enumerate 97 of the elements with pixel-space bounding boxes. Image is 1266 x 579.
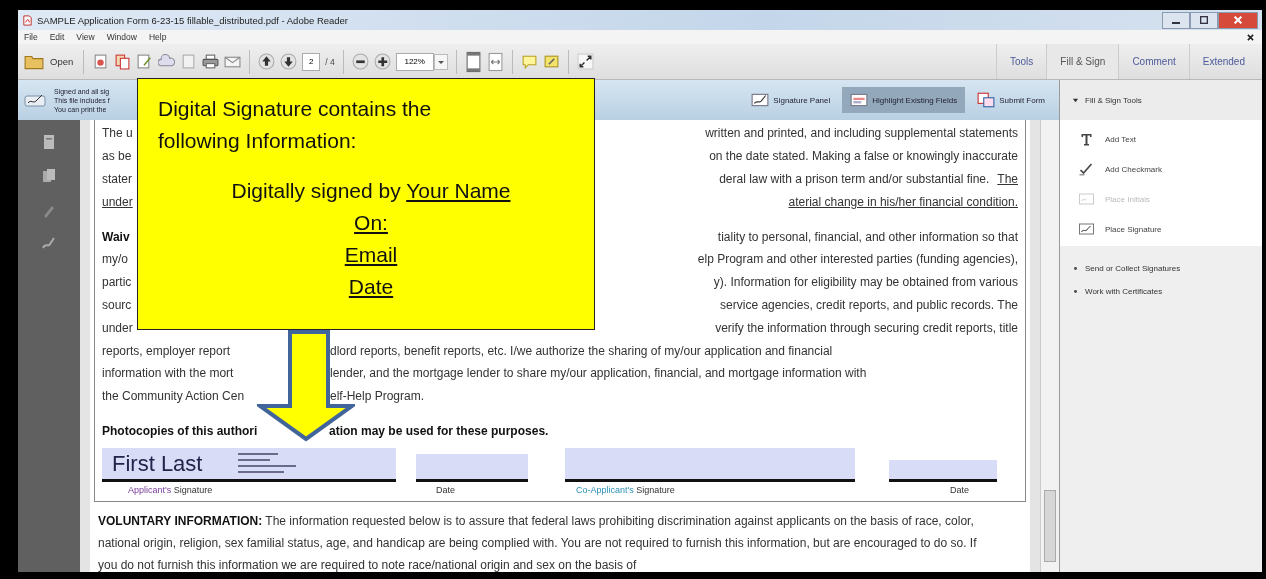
window-title: SAMPLE Application Form 6-23-15 fillable_distributed.pdf - Adobe Reader	[37, 14, 349, 26]
close-icon[interactable]	[1247, 33, 1254, 41]
panel-tab[interactable]: Extended	[1188, 44, 1258, 79]
info-bar-button[interactable]: Signature Panel	[743, 87, 839, 113]
bullet-icon	[1072, 288, 1079, 295]
signature-name: First Last	[112, 450, 203, 477]
edit-document-icon[interactable]	[136, 53, 154, 70]
document-text: under	[102, 320, 134, 335]
callout-text: Email	[344, 242, 398, 268]
callout-text: Digitally signed by Your Name	[231, 178, 511, 204]
panel-tab[interactable]: Comment	[1118, 44, 1189, 79]
document-text: lender, and the mortgage lender to share my/our application, financial, and mortgage information with	[330, 366, 867, 381]
close-button[interactable]	[1218, 11, 1258, 29]
section-toggle[interactable]: Fill & Sign Tools	[1072, 95, 1142, 105]
info-bar-button[interactable]: Submit Form	[969, 87, 1053, 113]
panel-tool[interactable]: Place Signature	[1078, 222, 1262, 236]
minimize-icon	[1172, 21, 1180, 24]
zoom-field[interactable]: 122%	[395, 52, 434, 71]
form-fields-icon	[850, 92, 869, 108]
menu-item[interactable]: Window	[106, 32, 137, 42]
document-text: sourc	[102, 297, 133, 312]
document-text: under	[102, 194, 134, 209]
bullet-icon	[1072, 265, 1079, 272]
document-text: ation may be used for these purposes.	[329, 423, 549, 438]
document-text: tiality to personal, financial, and other information so that	[717, 229, 1018, 244]
document-text: elp Program and other interested parties (funding agencies),	[697, 252, 1018, 267]
callout-heading: Digital Signature contains the following Information:	[158, 96, 433, 154]
checkmark-icon	[1078, 162, 1095, 176]
zoom-out-icon[interactable]	[351, 53, 369, 70]
dropdown-icon[interactable]	[433, 53, 448, 70]
folder-icon	[24, 53, 44, 70]
previous-page-icon[interactable]	[258, 53, 276, 70]
callout-text: On:	[354, 210, 388, 236]
date-field[interactable]	[889, 460, 997, 483]
document-text: as be	[102, 149, 133, 164]
menu-item[interactable]: File	[24, 32, 38, 42]
document-text: Waiv	[102, 229, 131, 244]
document-text: The u	[102, 126, 134, 141]
field-label: Date	[949, 485, 970, 496]
page-number-field[interactable]: 2	[302, 52, 321, 71]
expand-icon[interactable]	[576, 53, 594, 70]
next-page-icon[interactable]	[280, 53, 298, 70]
document-paragraph: VOLUNTARY INFORMATION: The information requested below is to assure that federal laws prohibiting discrimination against applicants on the basis of race, color, national origin, religion, sex familial status, age, and handicap are being complied with. You are not required to furnish this information, but are encouraged to do so. If you do not furnish this information we are required to note race/national origin and sex on the basis of	[97, 513, 978, 572]
page-count: / 4	[325, 56, 335, 67]
document-text: deral law with a prison term and/or substantial fine.	[719, 172, 990, 186]
document-text: aterial change in his/her financial condition.	[788, 194, 1018, 209]
panel-tab[interactable]: Fill & Sign	[1046, 44, 1119, 79]
signature-field[interactable]	[565, 448, 855, 483]
document-text: y). Information for eligibility may be obtained from various	[713, 275, 1018, 290]
caret-icon	[1072, 96, 1079, 104]
field-label: Co-Applicant's Signature	[576, 485, 676, 496]
document-text: dlord reports, benefit reports, etc. I/we authorize the sharing of my/our application and financial	[330, 343, 833, 358]
date-field[interactable]	[416, 454, 528, 483]
signature-icon	[751, 92, 770, 108]
document-text: stater	[102, 172, 133, 186]
field-label: Applicant's Signature	[127, 485, 214, 496]
document-text: The	[997, 172, 1018, 186]
menu-item[interactable]: Edit	[49, 32, 65, 42]
section-toggle[interactable]: Work with Certificates	[1072, 287, 1262, 296]
document-text: reports, employer report	[102, 343, 232, 358]
callout-text: Date	[348, 274, 394, 300]
field-label: Date	[436, 485, 456, 496]
document-text: verify the information through securing credit reports, title	[715, 320, 1018, 335]
pdf-app-icon	[22, 14, 33, 26]
document-text: information with the mort	[102, 366, 235, 381]
fit-width-icon[interactable]	[486, 50, 504, 73]
close-icon	[1234, 16, 1242, 24]
info-bar-button[interactable]: Highlight Existing Fields	[842, 87, 966, 113]
highlight-icon[interactable]	[542, 53, 560, 70]
signature-icon	[1078, 222, 1095, 236]
submit-form-icon	[977, 92, 996, 108]
document-text: service agencies, credit reports, and public records. The	[720, 297, 1018, 312]
panel-tool[interactable]: Add Text	[1078, 132, 1262, 146]
document-text: the Community Action Cen	[102, 389, 246, 404]
scroll-bar[interactable]	[1040, 120, 1059, 572]
zoom-in-icon[interactable]	[373, 53, 391, 70]
menu-item[interactable]: Help	[148, 32, 167, 42]
signature-field[interactable]: First Last	[102, 448, 396, 483]
document-text: on the date stated. Making a false or knowingly inaccurate	[709, 149, 1018, 164]
document-text: elf-Help Program.	[330, 389, 425, 404]
fit-page-icon[interactable]	[464, 50, 482, 73]
pages-icon[interactable]	[42, 168, 56, 184]
maximize-icon	[1200, 16, 1208, 24]
maximize-button[interactable]	[1190, 11, 1218, 29]
panel-tool[interactable]: Add Checkmark	[1078, 162, 1262, 176]
minimize-button[interactable]	[1162, 11, 1190, 29]
print-icon[interactable]	[202, 53, 220, 70]
document-text: my/o	[102, 252, 129, 267]
menu-item[interactable]: View	[76, 32, 95, 42]
initials-icon	[1078, 192, 1095, 206]
document-text: written and printed, and including supplemental statements	[705, 126, 1018, 141]
page-thumbnails-icon[interactable]	[42, 134, 56, 150]
document-text: partic	[102, 275, 133, 290]
document-text: Photocopies of this authori	[102, 423, 258, 438]
section-toggle[interactable]: Send or Collect Signatures	[1072, 264, 1262, 273]
open-button[interactable]: Open	[22, 51, 76, 72]
combine-files-icon[interactable]	[114, 53, 132, 70]
